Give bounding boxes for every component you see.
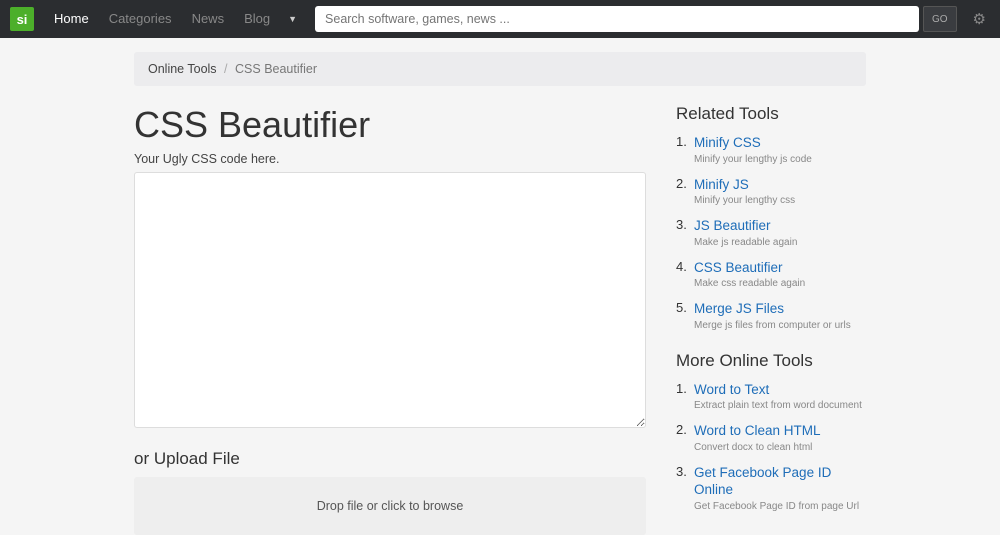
breadcrumb-current: CSS Beautifier — [235, 62, 317, 76]
tool-link-fb-page-id[interactable]: Get Facebook Page ID Online — [694, 464, 866, 499]
list-item: 2.Minify JSMinify your lengthy css — [676, 176, 866, 207]
site-logo[interactable]: si — [10, 7, 34, 31]
related-tools-list: 1.Minify CSSMinify your lengthy js code … — [676, 134, 866, 331]
page-title: CSS Beautifier — [134, 104, 646, 146]
tool-link-js-beautifier[interactable]: JS Beautifier — [694, 217, 866, 235]
tool-desc: Minify your lengthy css — [694, 195, 866, 206]
upload-heading: or Upload File — [134, 449, 646, 469]
nav-home[interactable]: Home — [46, 0, 97, 38]
tool-desc: Make css readable again — [694, 278, 866, 289]
search-go-button[interactable]: GO — [923, 6, 957, 32]
list-item: 5.Merge JS FilesMerge js files from comp… — [676, 300, 866, 331]
sidebar: Related Tools 1.Minify CSSMinify your le… — [676, 104, 866, 535]
tool-desc: Extract plain text from word document — [694, 400, 866, 411]
tool-link-merge-js[interactable]: Merge JS Files — [694, 300, 866, 318]
tool-desc: Convert docx to clean html — [694, 442, 866, 453]
related-tools-heading: Related Tools — [676, 104, 866, 124]
nav-more-caret-icon[interactable]: ▼ — [282, 14, 303, 24]
list-item: 1.Minify CSSMinify your lengthy js code — [676, 134, 866, 165]
file-dropzone[interactable]: Drop file or click to browse — [134, 477, 646, 535]
search-wrap: GO — [315, 6, 957, 32]
list-item: 1.Word to TextExtract plain text from wo… — [676, 381, 866, 412]
list-item: 4.CSS BeautifierMake css readable again — [676, 259, 866, 290]
tool-desc: Make js readable again — [694, 237, 866, 248]
top-nav: si Home Categories News Blog ▼ GO ⚙ — [0, 0, 1000, 38]
breadcrumb-parent[interactable]: Online Tools — [148, 62, 217, 76]
tool-link-minify-css[interactable]: Minify CSS — [694, 134, 866, 152]
more-tools-list: 1.Word to TextExtract plain text from wo… — [676, 381, 866, 512]
css-input-textarea[interactable] — [134, 172, 646, 428]
list-item: 3.Get Facebook Page ID OnlineGet Faceboo… — [676, 464, 866, 512]
breadcrumb: Online Tools / CSS Beautifier — [134, 52, 866, 86]
textarea-label: Your Ugly CSS code here. — [134, 152, 646, 166]
tool-link-word-to-html[interactable]: Word to Clean HTML — [694, 422, 866, 440]
tool-desc: Minify your lengthy js code — [694, 154, 866, 165]
gear-icon[interactable]: ⚙ — [969, 10, 990, 28]
list-item: 2.Word to Clean HTMLConvert docx to clea… — [676, 422, 866, 453]
tool-link-css-beautifier[interactable]: CSS Beautifier — [694, 259, 866, 277]
main-content: CSS Beautifier Your Ugly CSS code here. … — [134, 104, 646, 535]
more-tools-heading: More Online Tools — [676, 351, 866, 371]
tool-link-word-to-text[interactable]: Word to Text — [694, 381, 866, 399]
tool-desc: Merge js files from computer or urls — [694, 320, 866, 331]
breadcrumb-sep: / — [224, 62, 227, 76]
nav-news[interactable]: News — [184, 0, 233, 38]
tool-link-minify-js[interactable]: Minify JS — [694, 176, 866, 194]
list-item: 3.JS BeautifierMake js readable again — [676, 217, 866, 248]
search-input[interactable] — [315, 6, 919, 32]
nav-categories[interactable]: Categories — [101, 0, 180, 38]
nav-blog[interactable]: Blog — [236, 0, 278, 38]
tool-desc: Get Facebook Page ID from page Url — [694, 501, 866, 512]
